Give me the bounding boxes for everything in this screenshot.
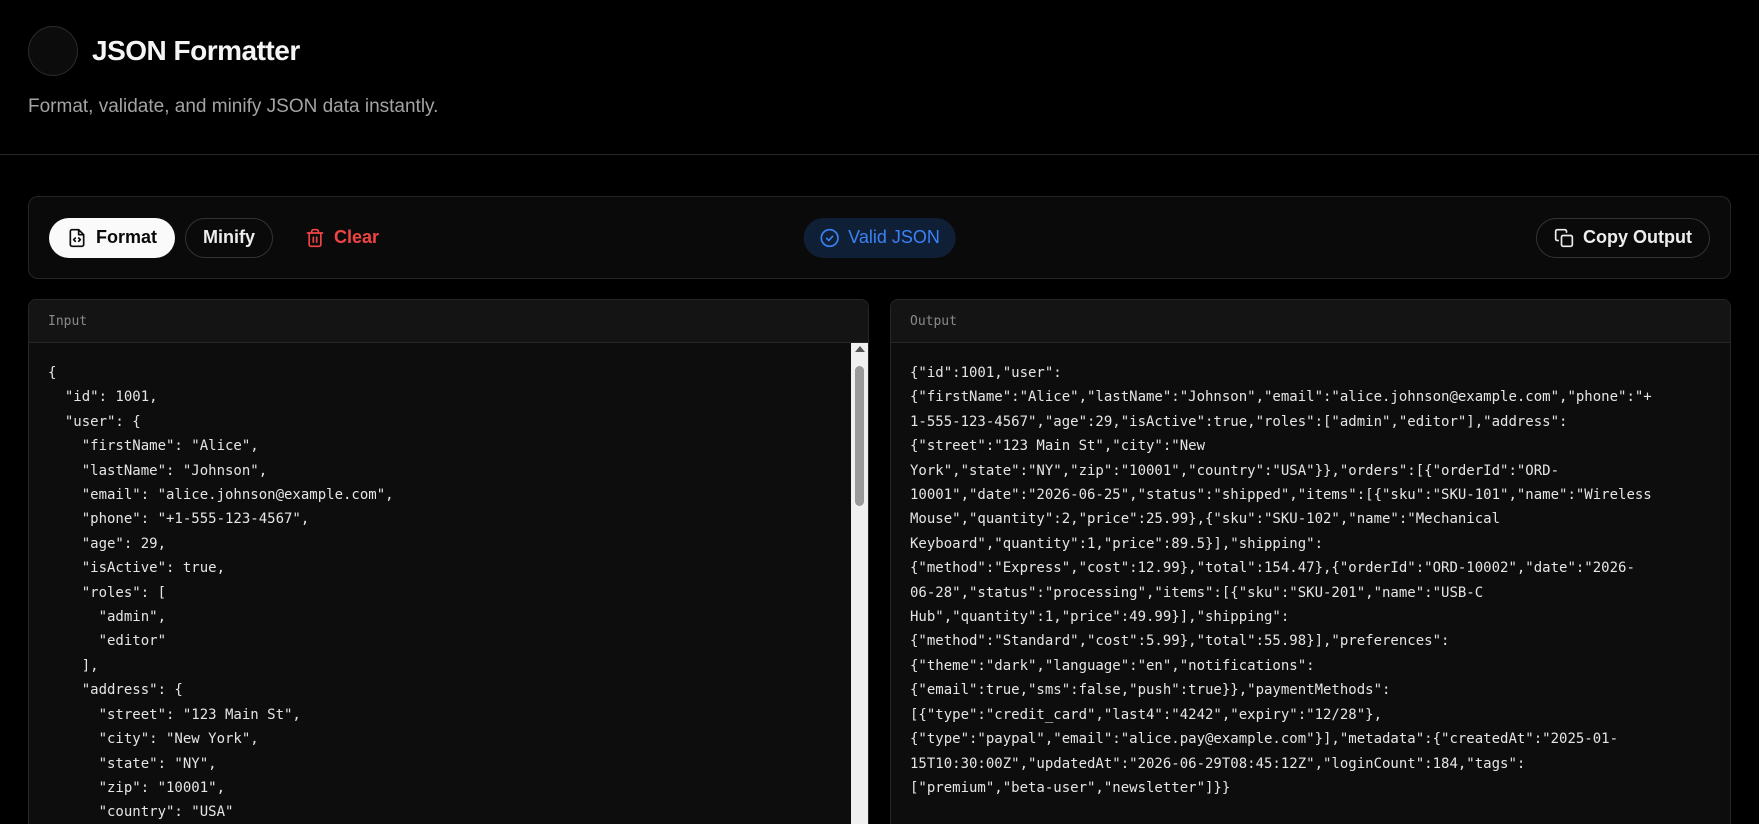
input-panel: Input { "id": 1001, "user": { "firstName…	[28, 299, 869, 824]
main-content: Format Minify Clear Valid JSON Copy Outp…	[0, 155, 1759, 824]
format-button[interactable]: Format	[49, 217, 176, 258]
file-code-icon	[69, 228, 85, 247]
output-panel-header: Output	[891, 300, 1730, 343]
copy-icon	[1554, 228, 1574, 247]
page-subtitle: Format, validate, and minify JSON data i…	[28, 96, 439, 117]
trash-icon	[306, 228, 324, 247]
scroll-thumb[interactable]	[855, 366, 864, 506]
clear-button-label: Clear	[334, 227, 380, 247]
input-code[interactable]: { "id": 1001, "user": { "firstName": "Al…	[29, 343, 868, 824]
check-circle-icon	[819, 228, 839, 247]
input-scrollbar[interactable]	[851, 343, 868, 824]
app-header: JSON Formatter Format, validate, and min…	[0, 0, 1759, 155]
input-editor[interactable]: { "id": 1001, "user": { "firstName": "Al…	[29, 343, 868, 824]
output-label: Output	[910, 313, 957, 329]
editor-panels: Input { "id": 1001, "user": { "firstName…	[28, 299, 1731, 824]
output-viewer: {"id":1001,"user": {"firstName":"Alice",…	[891, 343, 1730, 824]
title-row: JSON Formatter	[28, 26, 1731, 76]
status-label: Valid JSON	[848, 227, 940, 247]
logo-icon	[28, 26, 78, 76]
scroll-up-arrow-icon[interactable]	[855, 346, 865, 352]
output-panel: Output {"id":1001,"user": {"firstName":"…	[890, 299, 1731, 824]
input-label: Input	[48, 313, 88, 329]
copy-output-button[interactable]: Copy Output	[1536, 217, 1710, 258]
page-title: JSON Formatter	[92, 35, 300, 66]
clear-button[interactable]: Clear	[287, 218, 397, 258]
output-code: {"id":1001,"user": {"firstName":"Alice",…	[910, 365, 1652, 796]
toolbar: Format Minify Clear Valid JSON Copy Outp…	[28, 196, 1731, 279]
input-panel-header: Input	[29, 300, 868, 343]
minify-button-label: Minify	[203, 227, 256, 247]
copy-output-label: Copy Output	[1583, 227, 1692, 247]
minify-button[interactable]: Minify	[185, 217, 274, 258]
format-button-label: Format	[96, 227, 158, 247]
status-badge: Valid JSON	[803, 217, 956, 258]
